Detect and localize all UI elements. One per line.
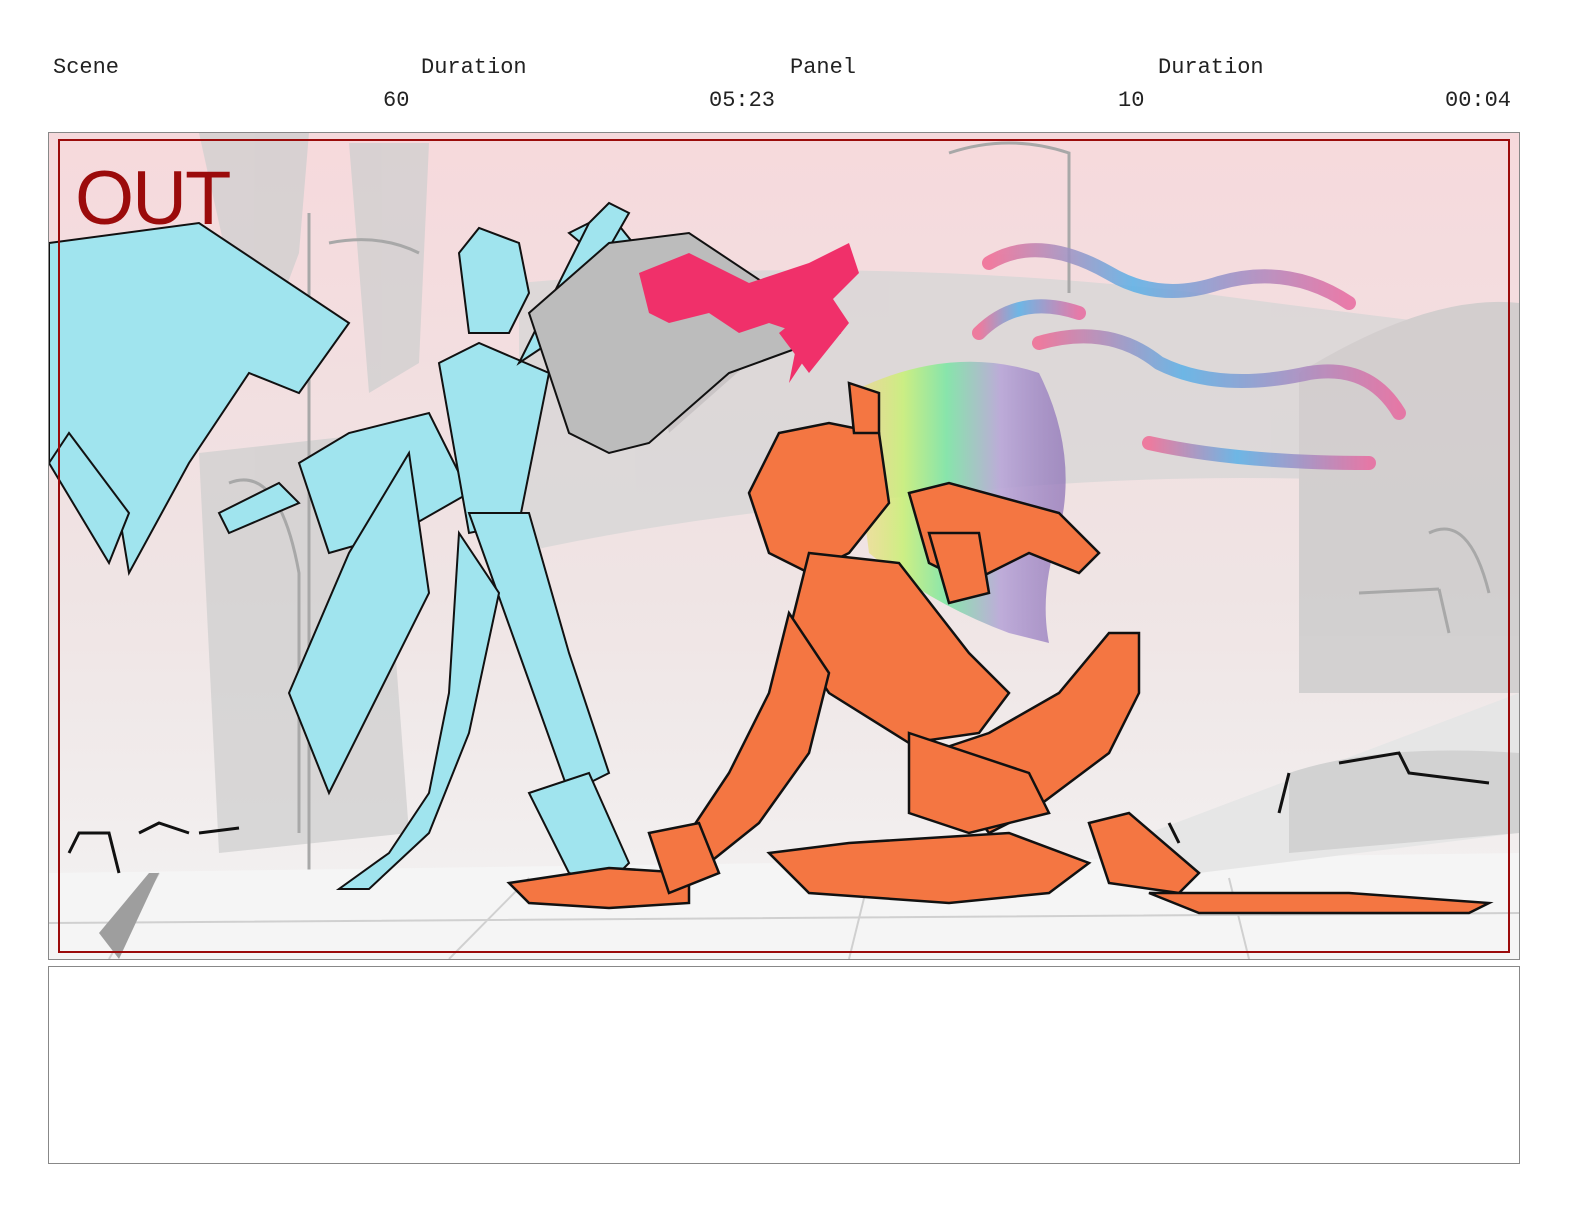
notes-text <box>49 967 1519 987</box>
scene-number: 60 <box>383 88 410 113</box>
panel-duration-label: Duration <box>1158 55 1264 80</box>
scene-label: Scene <box>53 55 120 80</box>
notes-box[interactable] <box>48 966 1520 1164</box>
panel-label: Panel <box>790 55 857 80</box>
storyboard-panel-image: OUT <box>48 132 1520 960</box>
panel-duration-value: 00:04 <box>1445 88 1512 113</box>
scene-duration-label: Duration <box>421 55 527 80</box>
storyboard-drawing <box>49 133 1519 959</box>
out-label: OUT <box>75 156 231 241</box>
panel-number: 10 <box>1118 88 1145 113</box>
scene-duration-value: 05:23 <box>709 88 776 113</box>
